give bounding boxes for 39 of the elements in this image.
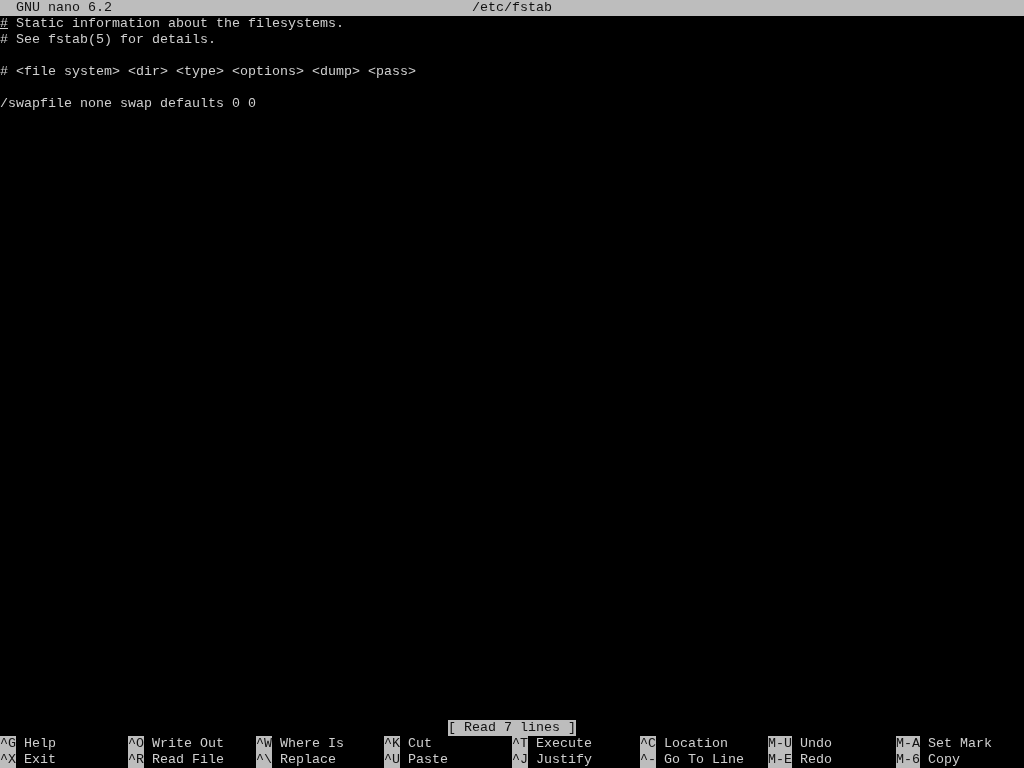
shortcut-key: ^G	[0, 736, 16, 752]
shortcut-label: Replace	[280, 752, 336, 768]
shortcut-key: ^R	[128, 752, 144, 768]
shortcut-key: ^J	[512, 752, 528, 768]
shortcut-label: Justify	[536, 752, 592, 768]
shortcut-key: ^O	[128, 736, 144, 752]
shortcut-label: Write Out	[152, 736, 224, 752]
shortcut-key: M-U	[768, 736, 792, 752]
status-message: [ Read 7 lines ]	[448, 720, 576, 736]
shortcut-label: Location	[664, 736, 728, 752]
file-line: /swapfile none swap defaults 0 0	[0, 96, 256, 111]
shortcut-label: Exit	[24, 752, 56, 768]
shortcut-label: Go To Line	[664, 752, 744, 768]
shortcut-label: Cut	[408, 736, 432, 752]
shortcut-label: Redo	[800, 752, 832, 768]
shortcut-label: Read File	[152, 752, 224, 768]
shortcut-key: ^C	[640, 736, 656, 752]
shortcut-key: ^K	[384, 736, 400, 752]
shortcut-label: Undo	[800, 736, 832, 752]
shortcut-key: M-6	[896, 752, 920, 768]
shortcut-label: Help	[24, 736, 56, 752]
app-version: GNU nano 6.2	[16, 0, 112, 16]
file-line: # Static information about the filesystems.	[0, 16, 344, 31]
file-line: # See fstab(5) for details.	[0, 32, 216, 47]
shortcut-label: Copy	[928, 752, 960, 768]
shortcut-key: M-A	[896, 736, 920, 752]
shortcut-key: ^T	[512, 736, 528, 752]
shortcut-key: ^U	[384, 752, 400, 768]
shortcut-key: ^W	[256, 736, 272, 752]
shortcut-key: M-E	[768, 752, 792, 768]
shortcut-label: Where Is	[280, 736, 344, 752]
shortcut-label: Execute	[536, 736, 592, 752]
file-name: /etc/fstab	[472, 0, 552, 16]
shortcut-key: ^-	[640, 752, 656, 768]
file-line: # <file system> <dir> <type> <options> <dump> <pass>	[0, 64, 416, 79]
shortcut-key: ^\	[256, 752, 272, 768]
shortcut-label: Paste	[408, 752, 448, 768]
shortcut-key: ^X	[0, 752, 16, 768]
shortcut-label: Set Mark	[928, 736, 992, 752]
